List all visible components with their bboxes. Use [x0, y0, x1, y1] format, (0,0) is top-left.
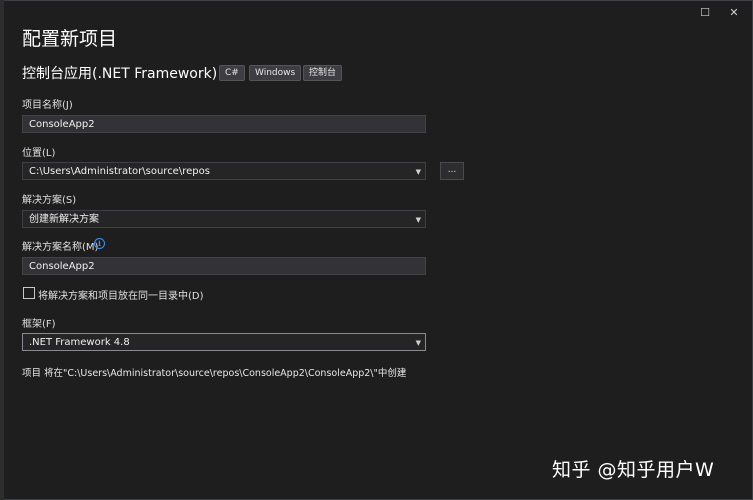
location-label: 位置(L) [22, 148, 56, 159]
restore-button[interactable]: ☐ [694, 4, 716, 22]
page-title: 配置新项目 [22, 28, 118, 50]
chevron-down-icon[interactable]: ▼ [416, 163, 421, 181]
info-icon[interactable]: i [94, 238, 105, 249]
tag-language: C# [219, 65, 245, 81]
project-name-input[interactable]: ConsoleApp2 [22, 115, 426, 133]
project-name-label: 项目名称(J) [22, 100, 73, 111]
tag-platform: Windows [249, 65, 302, 81]
chevron-down-icon[interactable]: ▼ [416, 211, 421, 229]
template-name: 控制台应用(.NET Framework) [22, 66, 218, 82]
solution-value: 创建新解决方案 [29, 214, 99, 225]
framework-value: .NET Framework 4.8 [29, 337, 130, 348]
same-dir-checkbox-label[interactable]: 将解决方案和项目放在同一目录中(D) [38, 287, 204, 302]
chevron-down-icon[interactable]: ▼ [416, 334, 421, 352]
framework-label: 框架(F) [22, 319, 56, 330]
framework-dropdown[interactable]: .NET Framework 4.8 ▼ [22, 333, 426, 351]
project-location-summary: 项目 将在"C:\Users\Administrator\source\repo… [22, 368, 407, 379]
watermark: 知乎 @知乎用户W [552, 459, 715, 481]
solution-label: 解决方案(S) [22, 195, 77, 206]
location-combobox[interactable]: C:\Users\Administrator\source\repos ▼ [22, 162, 426, 180]
tag-project-type: 控制台 [303, 65, 343, 81]
solution-dropdown[interactable]: 创建新解决方案 ▼ [22, 210, 426, 228]
solution-name-input[interactable]: ConsoleApp2 [22, 257, 426, 275]
solution-name-label: 解决方案名称(M) [22, 242, 99, 253]
close-button[interactable]: ✕ [723, 4, 745, 22]
same-dir-checkbox[interactable] [23, 287, 35, 299]
location-value: C:\Users\Administrator\source\repos [29, 166, 210, 177]
browse-button[interactable]: ... [440, 162, 464, 180]
window-edge [0, 0, 4, 500]
